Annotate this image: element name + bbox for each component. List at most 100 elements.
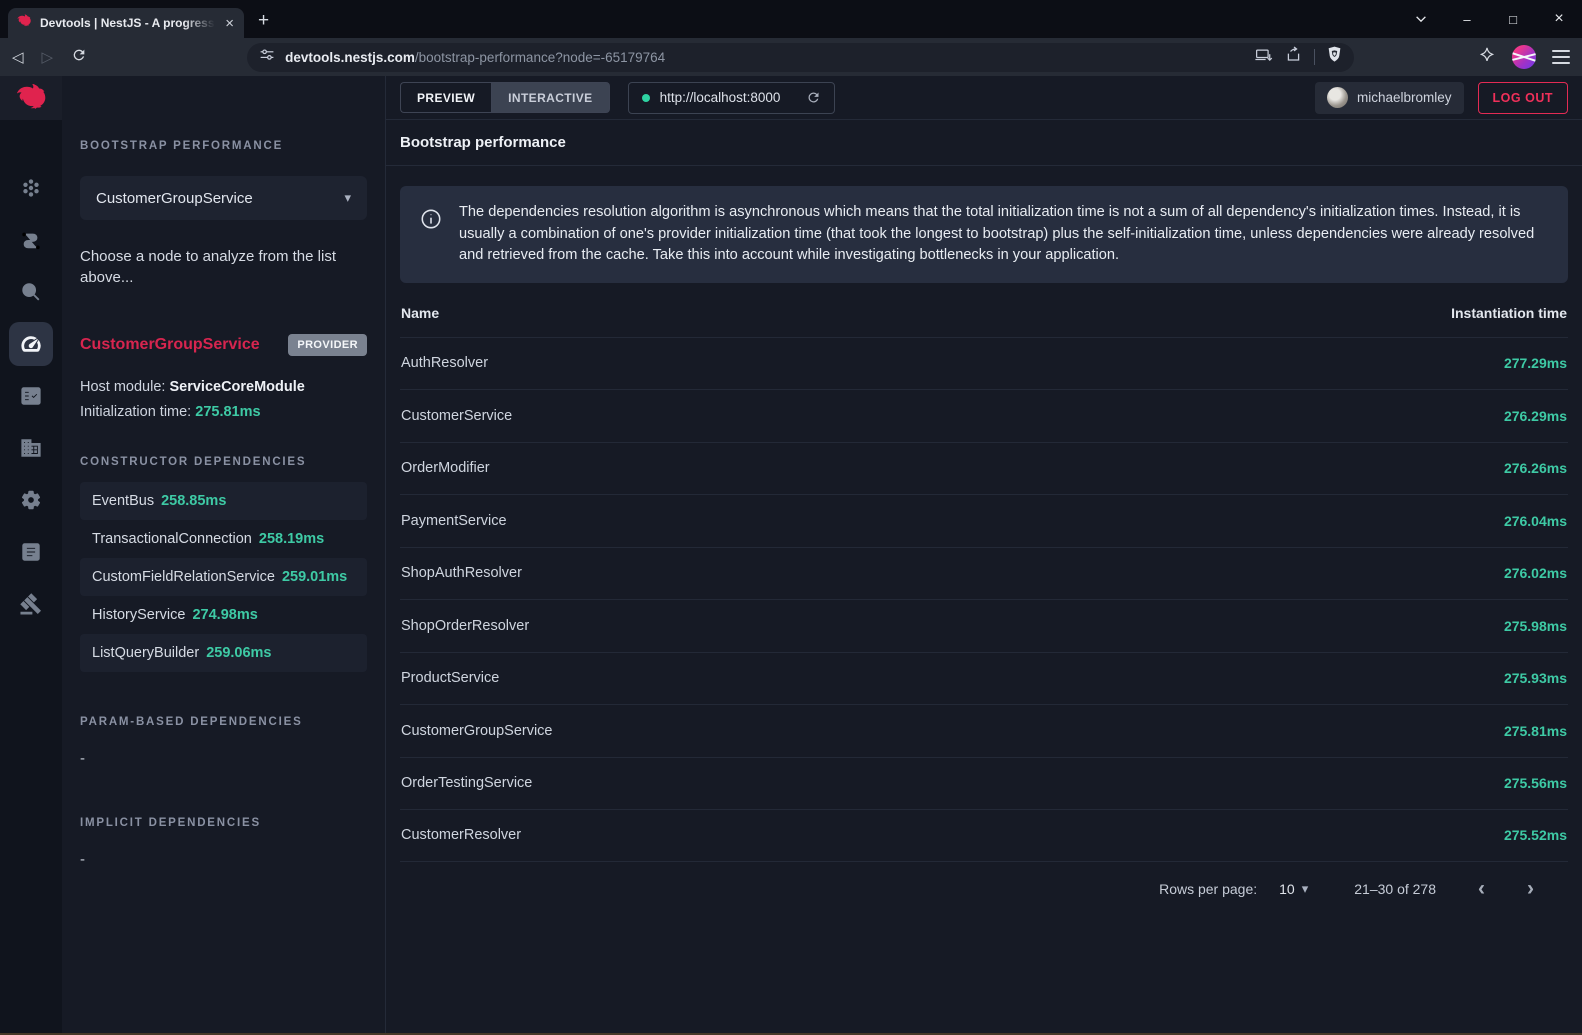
row-time: 276.29ms <box>1504 408 1567 424</box>
table-row[interactable]: AuthResolver 277.29ms <box>400 337 1568 390</box>
user-avatar <box>1327 87 1348 108</box>
dependency-name: EventBus <box>92 493 154 509</box>
dependency-item[interactable]: TransactionalConnection 258.19ms <box>80 520 367 558</box>
table-row[interactable]: CustomerService 276.29ms <box>400 389 1568 442</box>
preview-button[interactable]: PREVIEW <box>400 82 491 113</box>
sidebar-item-routes[interactable] <box>0 214 62 266</box>
next-page-button[interactable]: › <box>1527 878 1534 899</box>
browser-tab[interactable]: Devtools | NestJS - A progressive × <box>8 8 244 38</box>
toolbar-right-group <box>1478 45 1570 69</box>
user-chip[interactable]: michaelbromley <box>1315 82 1464 114</box>
tab-search-chevron-icon[interactable] <box>1398 0 1444 38</box>
sidebar-item-graph[interactable] <box>0 162 62 214</box>
sidebar-item-audit[interactable] <box>0 578 62 630</box>
dependency-item[interactable]: ListQueryBuilder 259.06ms <box>80 634 367 672</box>
browser-toolbar: ◁ ▷ devtools.nestjs.com/bootstrap-perfor… <box>0 38 1582 76</box>
main-body: The dependencies resolution algorithm is… <box>386 166 1582 916</box>
logout-button[interactable]: LOG OUT <box>1478 82 1568 114</box>
table-row[interactable]: OrderModifier 276.26ms <box>400 442 1568 495</box>
refresh-icon[interactable] <box>806 90 821 105</box>
implicit-deps-empty: - <box>80 851 367 868</box>
row-time: 275.93ms <box>1504 670 1567 686</box>
sidebar-item-bootstrap-performance[interactable] <box>0 318 62 370</box>
sidebar-item-settings[interactable] <box>0 474 62 526</box>
new-tab-button[interactable]: + <box>258 10 269 32</box>
row-name: CustomerGroupService <box>401 723 553 739</box>
topbar-right: michaelbromley LOG OUT <box>1315 82 1568 114</box>
dependency-item[interactable]: EventBus 258.85ms <box>80 482 367 520</box>
table-row[interactable]: ShopOrderResolver 275.98ms <box>400 599 1568 652</box>
dependency-time: 274.98ms <box>192 607 257 623</box>
dependency-time: 259.06ms <box>206 645 271 661</box>
hamburger-menu-icon[interactable] <box>1552 50 1570 64</box>
forward-button[interactable]: ▷ <box>42 48 54 66</box>
table-row[interactable]: ProductService 275.93ms <box>400 652 1568 705</box>
row-name: OrderTestingService <box>401 775 532 791</box>
tab-close-icon[interactable]: × <box>223 16 236 31</box>
close-window-button[interactable]: × <box>1536 0 1582 38</box>
minimize-button[interactable]: – <box>1444 0 1490 38</box>
table-row[interactable]: OrderTestingService 275.56ms <box>400 757 1568 810</box>
row-time: 275.98ms <box>1504 618 1567 634</box>
username: michaelbromley <box>1357 90 1452 105</box>
implicit-deps-title: IMPLICIT DEPENDENCIES <box>80 817 367 829</box>
row-time: 276.04ms <box>1504 513 1567 529</box>
window-controls: – □ × <box>1398 0 1582 38</box>
info-banner: The dependencies resolution algorithm is… <box>400 186 1568 283</box>
host-module-value: ServiceCoreModule <box>169 379 304 395</box>
icon-rail <box>0 76 62 1035</box>
previous-page-button[interactable]: ‹ <box>1478 878 1485 899</box>
constructor-deps-title: CONSTRUCTOR DEPENDENCIES <box>80 456 367 468</box>
table-row[interactable]: CustomerGroupService 275.81ms <box>400 704 1568 757</box>
nestjs-logo[interactable] <box>0 76 62 120</box>
column-instantiation-time: Instantiation time <box>1451 305 1567 321</box>
table-row[interactable]: CustomerResolver 275.52ms <box>400 809 1568 862</box>
dependency-name: TransactionalConnection <box>92 531 252 547</box>
back-button[interactable]: ◁ <box>12 48 24 66</box>
browser-titlebar: Devtools | NestJS - A progressive × + – … <box>0 0 1582 38</box>
interactive-button[interactable]: INTERACTIVE <box>491 82 609 113</box>
panel-title: BOOTSTRAP PERFORMANCE <box>80 140 367 152</box>
sidebar-item-search-insights[interactable] <box>0 266 62 318</box>
reload-button[interactable] <box>71 47 87 67</box>
row-time: 276.26ms <box>1504 460 1567 476</box>
maximize-button[interactable]: □ <box>1490 0 1536 38</box>
rows-per-page-label: Rows per page: <box>1159 881 1257 897</box>
node-header: CustomerGroupService PROVIDER <box>80 334 367 356</box>
node-select-value: CustomerGroupService <box>96 190 253 207</box>
bootstrap-performance-panel: BOOTSTRAP PERFORMANCE CustomerGroupServi… <box>62 76 386 1035</box>
url-bar[interactable]: devtools.nestjs.com/bootstrap-performanc… <box>247 43 1354 72</box>
row-name: ShopOrderResolver <box>401 618 529 634</box>
nestjs-favicon-icon <box>16 13 32 34</box>
brave-shield-icon[interactable] <box>1327 46 1342 68</box>
main-column: PREVIEW INTERACTIVE http://localhost:800… <box>386 76 1582 1035</box>
sidebar-item-fact-check[interactable] <box>0 370 62 422</box>
dependency-item[interactable]: HistoryService 274.98ms <box>80 596 367 634</box>
node-select[interactable]: CustomerGroupService ▾ <box>80 176 367 220</box>
table-row[interactable]: PaymentService 276.04ms <box>400 494 1568 547</box>
target-url-box[interactable]: http://localhost:8000 <box>628 82 836 114</box>
share-icon[interactable] <box>1285 46 1302 68</box>
chevron-down-icon: ▾ <box>1302 881 1309 897</box>
site-settings-tune-icon[interactable] <box>259 47 275 68</box>
sidebar-item-docs[interactable] <box>0 526 62 578</box>
table-header: Name Instantiation time <box>400 289 1568 337</box>
node-name: CustomerGroupService <box>80 336 260 354</box>
toolbar-divider <box>1314 49 1315 65</box>
dependency-time: 258.19ms <box>259 531 324 547</box>
dependency-item[interactable]: CustomFieldRelationService 259.01ms <box>80 558 367 596</box>
send-to-device-icon[interactable] <box>1255 47 1273 68</box>
browser-profile-avatar[interactable] <box>1512 45 1536 69</box>
rows-per-page-select[interactable]: 10 ▾ <box>1279 881 1308 897</box>
sidebar-item-modules[interactable] <box>0 422 62 474</box>
row-time: 277.29ms <box>1504 355 1567 371</box>
row-time: 275.52ms <box>1504 827 1567 843</box>
node-hint: Choose a node to analyze from the list a… <box>80 246 367 288</box>
param-deps-empty: - <box>80 750 367 767</box>
init-time-line: Initialization time: 275.81ms <box>80 404 367 420</box>
table-row[interactable]: ShopAuthResolver 276.02ms <box>400 547 1568 600</box>
performance-table: Name Instantiation time AuthResolver 277… <box>400 289 1568 862</box>
rows-per-page-value: 10 <box>1279 881 1295 897</box>
extensions-icon[interactable] <box>1478 46 1496 69</box>
dependency-time: 259.01ms <box>282 569 347 585</box>
